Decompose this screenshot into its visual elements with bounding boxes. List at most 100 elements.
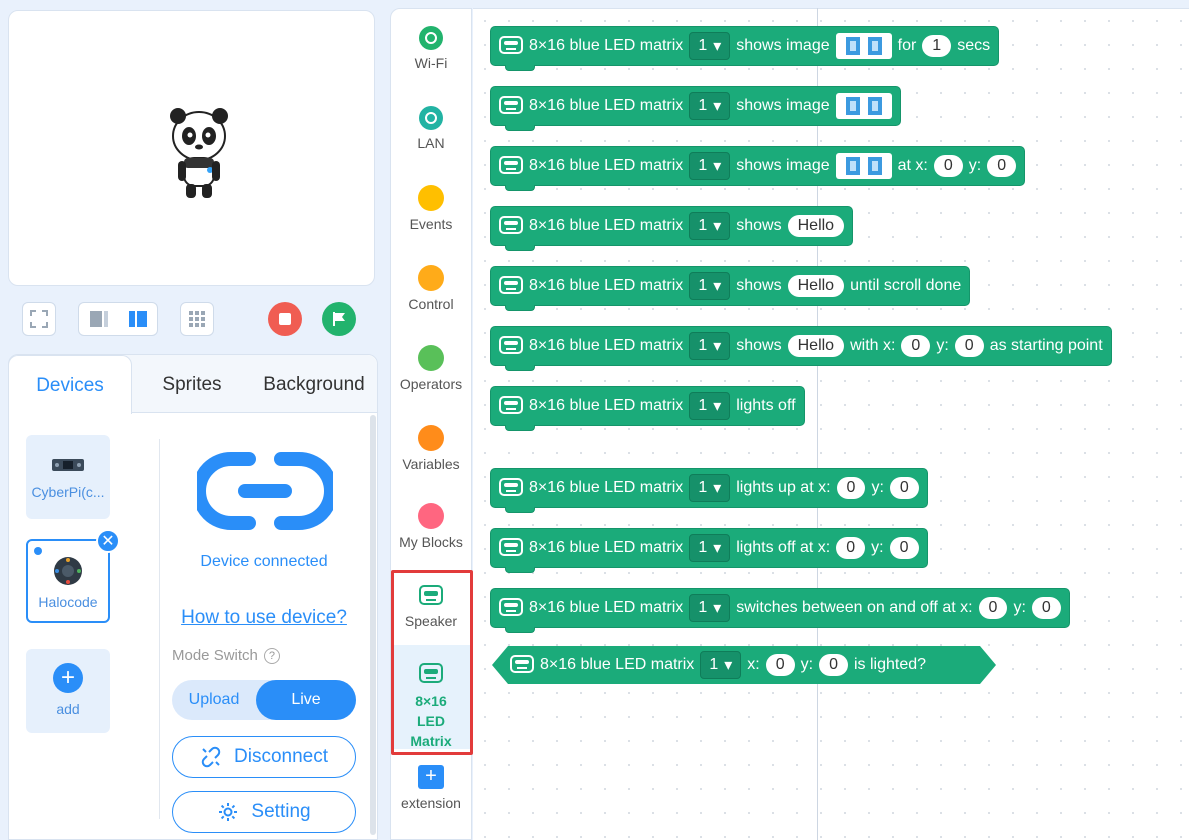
tab-devices[interactable]: Devices (8, 355, 132, 414)
block-notch (505, 425, 535, 431)
secs-input[interactable]: 1 (922, 35, 952, 57)
remove-device-close-icon[interactable]: ✕ (96, 529, 120, 553)
panda-sprite[interactable] (164, 106, 234, 201)
block-text: y: (1013, 599, 1026, 616)
x-input[interactable]: 0 (836, 477, 866, 499)
category-events[interactable]: Events (391, 185, 471, 232)
control-dot-icon (418, 265, 444, 291)
led-image-picker[interactable] (835, 33, 892, 59)
port-dropdown[interactable]: 1 ▾ (689, 152, 731, 180)
text-input[interactable]: Hello (787, 275, 845, 297)
block-show-image-at-xy[interactable]: 8×16 blue LED matrix 1 ▾ shows image at x… (490, 146, 1026, 191)
add-device-button[interactable]: + add (26, 649, 110, 733)
x-input[interactable]: 0 (901, 335, 931, 357)
disconnect-button[interactable]: Disconnect (172, 736, 356, 778)
x-input[interactable]: 0 (766, 654, 795, 676)
led-image-picker[interactable] (835, 93, 892, 119)
led-matrix-block-icon (499, 598, 523, 616)
y-input[interactable]: 0 (987, 155, 1017, 177)
text-input[interactable]: Hello (787, 215, 845, 237)
category-variables[interactable]: Variables (391, 425, 471, 472)
mode-live-option[interactable]: Live (256, 680, 356, 720)
block-shows-until-scroll-done[interactable]: 8×16 blue LED matrix 1 ▾ shows Hello unti… (490, 266, 971, 311)
device-card-cyberpi[interactable]: CyberPi(c... (26, 435, 110, 519)
go-button[interactable] (322, 302, 356, 336)
port-dropdown[interactable]: 1 ▾ (689, 32, 731, 60)
y-input[interactable]: 0 (1031, 597, 1061, 619)
port-dropdown[interactable]: 1 ▾ (689, 272, 731, 300)
port-dropdown[interactable]: 1 ▾ (689, 594, 731, 622)
block-text: shows (736, 337, 782, 354)
layout-normal-stage-button[interactable] (118, 303, 157, 335)
block-notch (505, 305, 535, 311)
connected-dot (34, 547, 42, 555)
y-input[interactable]: 0 (819, 654, 848, 676)
text-input[interactable]: Hello (787, 335, 845, 357)
block-switches-on-off-at-xy[interactable]: 8×16 blue LED matrix 1 ▾ switches between… (490, 588, 1070, 633)
setting-button[interactable]: Setting (172, 791, 356, 833)
category-my-blocks[interactable]: My Blocks (391, 503, 471, 550)
help-icon[interactable]: ? (263, 647, 280, 664)
led-image-picker[interactable] (835, 153, 892, 179)
mode-switch-toggle[interactable]: Upload Live (172, 680, 356, 720)
layout-small-stage-button[interactable] (79, 303, 118, 335)
block-text: y: (800, 656, 814, 673)
block-prefix: 8×16 blue LED matrix (529, 97, 684, 114)
stop-button[interactable] (268, 302, 302, 336)
category-operators[interactable]: Operators (391, 345, 471, 392)
normal-stage-icon (128, 311, 147, 327)
how-to-use-link[interactable]: How to use device? (172, 607, 356, 629)
port-value: 1 (698, 539, 708, 556)
block-text: shows (736, 217, 782, 234)
port-dropdown[interactable]: 1 ▾ (689, 392, 731, 420)
led-matrix-block-icon (499, 276, 523, 294)
tab-sprites[interactable]: Sprites (133, 355, 251, 413)
setting-label: Setting (251, 801, 311, 822)
block-show-image-for-secs[interactable]: 8×16 blue LED matrix 1 ▾ shows image for … (490, 26, 1000, 71)
category-lan[interactable]: LAN (391, 105, 471, 151)
block-prefix: 8×16 blue LED matrix (529, 277, 684, 294)
block-shows-text[interactable]: 8×16 blue LED matrix 1 ▾ shows Hello (490, 206, 854, 251)
block-show-image[interactable]: 8×16 blue LED matrix 1 ▾ shows image (490, 86, 901, 131)
fullscreen-button[interactable] (22, 302, 56, 336)
block-text: shows (736, 277, 782, 294)
category-events-label: Events (409, 216, 453, 232)
port-dropdown[interactable]: 1 ▾ (689, 474, 731, 502)
chevron-down-icon: ▾ (713, 38, 722, 55)
block-text: shows image (736, 157, 830, 174)
device-card-halocode[interactable]: ✕ Halocode (26, 529, 120, 623)
port-value: 1 (698, 479, 708, 496)
block-text: until scroll done (850, 277, 962, 294)
port-dropdown[interactable]: 1 ▾ (689, 332, 731, 360)
block-prefix: 8×16 blue LED matrix (529, 599, 684, 616)
tab-background[interactable]: Background (251, 355, 377, 413)
block-lights-up-at-xy[interactable]: 8×16 blue LED matrix 1 ▾ lights up at x: … (490, 468, 928, 513)
category-wifi[interactable]: Wi-Fi (391, 25, 471, 71)
block-shows-with-starting-point[interactable]: 8×16 blue LED matrix 1 ▾ shows Hello with… (490, 326, 1112, 371)
category-operators-label: Operators (399, 376, 463, 392)
category-control[interactable]: Control (391, 265, 471, 312)
panel-scrollbar[interactable] (370, 415, 376, 835)
halocode-icon (54, 557, 82, 585)
port-dropdown[interactable]: 1 ▾ (689, 92, 731, 120)
y-input[interactable]: 0 (954, 335, 984, 357)
mode-switch-row: Mode Switch ? (172, 647, 280, 664)
grid-view-button[interactable] (180, 302, 214, 336)
block-text: y: (871, 539, 884, 556)
block-notch (505, 507, 535, 513)
block-is-lighted-reporter[interactable]: 8×16 blue LED matrix 1 ▾ x: 0 y: 0 is lig… (492, 646, 996, 684)
x-input[interactable]: 0 (933, 155, 963, 177)
port-value: 1 (698, 217, 708, 234)
x-input[interactable]: 0 (836, 537, 866, 559)
y-input[interactable]: 0 (889, 537, 919, 559)
port-dropdown[interactable]: 1 ▾ (689, 212, 731, 240)
port-dropdown[interactable]: 1 ▾ (700, 651, 741, 679)
stage[interactable] (8, 10, 375, 286)
x-input[interactable]: 0 (978, 597, 1008, 619)
mode-upload-option[interactable]: Upload (172, 691, 256, 709)
category-extension[interactable]: + extension (391, 765, 471, 811)
block-lights-off-at-xy[interactable]: 8×16 blue LED matrix 1 ▾ lights off at x:… (490, 528, 928, 573)
port-dropdown[interactable]: 1 ▾ (689, 534, 731, 562)
y-input[interactable]: 0 (889, 477, 919, 499)
block-lights-off[interactable]: 8×16 blue LED matrix 1 ▾ lights off (490, 386, 805, 431)
